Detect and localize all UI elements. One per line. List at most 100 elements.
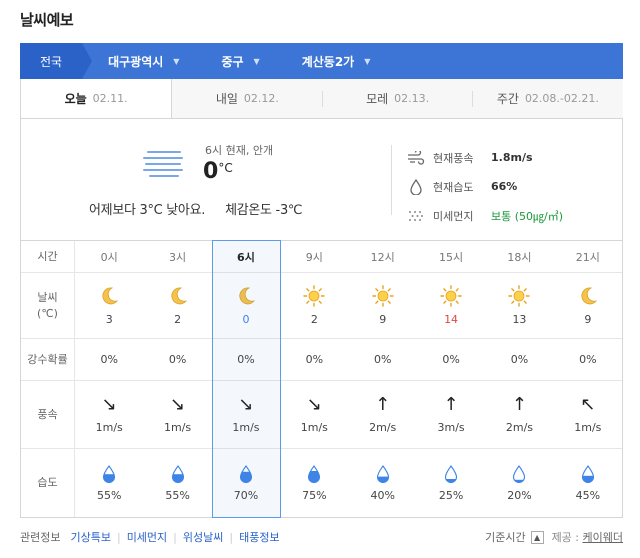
tab-date-label: 02.13. [394,92,430,105]
location-breadcrumb: 전국 대구광역시 ▼ 중구 ▼ 계산동2가 ▼ [20,43,623,79]
location-dong-dropdown[interactable]: 계산동2가 ▼ [276,43,397,79]
temperature-value: 9 [584,313,592,326]
wind-speed-value: 1m/s [95,421,123,434]
hour-label: 21시 [575,250,600,264]
temperature-value: 0 [242,313,250,326]
temp-unit: °C [218,161,233,175]
row-label: 강수확률 [21,339,75,380]
wind-cell: ↘ 1m/s [143,381,211,448]
current-weather-panel: 6시 현재, 안개 0°C 어제보다 3°C 낮아요. 체감온도 -3℃ 현재풍속… [20,119,623,240]
weather-cell: 2 [143,273,211,338]
precip-value: 0% [237,353,255,366]
row-humidity: 습도 55% 55% 70% 75% 40% 25% 20% 45% [21,449,622,517]
wind-cell: ↘ 1m/s [280,381,348,448]
wind-direction-arrow-icon: ↘ [170,394,186,415]
wind-speed-value: 1m/s [232,421,260,434]
current-time-condition: 6시 현재, 안개 [205,144,274,157]
humidity-cell: 25% [417,449,485,517]
humidity-droplet-icon [512,464,526,483]
provider-link[interactable]: 케이웨더 [583,531,623,544]
droplet-icon [407,178,425,195]
divider: | [229,530,234,544]
feels-like-text: 체감온도 -3℃ [225,203,303,218]
base-time-toggle-button[interactable]: ▲ [530,530,544,544]
location-label: 계산동2가 [301,54,355,69]
humidity-cell: 40% [349,449,417,517]
humidity-droplet-icon [307,464,321,483]
precip-value: 0% [442,353,460,366]
humidity-droplet-icon [239,464,253,483]
humidity-value: 25% [438,488,464,502]
footer: 관련정보 기상특보 | 미세먼지 | 위성날씨 | 태풍정보 기준시간 ▲ 제공… [20,528,623,546]
current-temperature: 0°C [203,159,233,184]
day-tabs: 오늘 02.11. 내일 02.12. 모레 02.13. 주간 02.08.-… [20,79,623,119]
temperature-value: 2 [310,313,318,326]
wind-speed-value: 2m/s [505,421,534,434]
wind-direction-arrow-icon: ↑ [511,394,527,415]
moon-icon [98,285,120,307]
stat-label: 현재습도 [433,180,474,194]
provider-label: 제공 : [551,531,580,544]
precip-cell: 0% [485,339,553,380]
current-stats: 현재풍속 1.8m/s 현재습도 66% 미세먼지 보통 (50㎍/㎥) [407,143,563,230]
wind-cell: ↘ 1m/s [75,381,143,448]
stat-label: 현재풍속 [433,151,474,165]
humidity-value: 40% [370,488,395,502]
tab-today[interactable]: 오늘 02.11. [20,79,173,118]
humidity-cell: 55% [75,449,143,517]
location-district-dropdown[interactable]: 중구 ▼ [195,43,286,79]
precip-value: 0% [168,353,187,366]
humidity-value: 55% [96,488,122,502]
base-time-label: 기준시간 [485,531,526,544]
tab-date-label: 02.12. [243,92,279,105]
stat-label: 미세먼지 [433,209,474,223]
wind-cell: ↘ 1m/s [212,381,280,448]
sun-icon [371,285,394,307]
row-label: 풍속 [21,381,75,448]
link-weather-warning[interactable]: 기상특보 [70,529,110,545]
hour-label: 6시 [237,250,255,264]
wind-speed-value: 1m/s [163,421,192,434]
link-typhoon[interactable]: 태풍정보 [239,529,279,545]
humidity-droplet-icon [444,464,458,483]
location-city-dropdown[interactable]: 대구광역시 ▼ [82,43,206,79]
hour-label: 0시 [100,250,118,264]
row-label: 날씨 (℃) [21,273,75,338]
precip-value: 0% [305,353,324,366]
stat-value: 1.8m/s [491,151,533,164]
location-nationwide[interactable]: 전국 [20,43,93,79]
precip-value: 0% [100,353,118,366]
breadcrumb-separator [275,43,286,79]
caret-down-icon: ▼ [253,56,260,66]
precip-value: 0% [579,353,597,366]
location-label: 전국 [40,54,63,69]
link-satellite[interactable]: 위성날씨 [183,529,223,545]
temperature-value: 9 [379,313,387,326]
sun-icon [508,285,531,307]
tab-weekly[interactable]: 주간 02.08.-02.21. [473,79,623,118]
humidity-value: 70% [233,488,259,502]
stat-value: 66% [491,180,518,193]
tab-day-after[interactable]: 모레 02.13. [323,79,473,118]
fog-icon [143,151,185,181]
row-precip: 강수확률 0% 0% 0% 0% 0% 0% 0% 0% [21,339,622,381]
humidity-value: 45% [575,488,601,502]
sun-icon [303,285,326,307]
dust-icon [407,208,425,224]
link-fine-dust[interactable]: 미세먼지 [127,529,167,545]
hour-label: 12시 [370,250,395,264]
wind-direction-arrow-icon: ↘ [306,394,322,415]
humidity-cell: 75% [280,449,348,517]
wind-cell: ↑ 2m/s [485,381,553,448]
humidity-droplet-icon [376,464,390,483]
humidity-value: 55% [165,488,190,502]
wind-cell: ↖ 1m/s [554,381,622,448]
precip-cell: 0% [143,339,211,380]
wind-direction-arrow-icon: ↑ [375,394,391,415]
temperature-value: 13 [512,313,527,326]
tab-tomorrow[interactable]: 내일 02.12. [172,79,323,118]
temperature-comparison: 어제보다 3°C 낮아요. 체감온도 -3℃ [89,199,303,218]
wind-cell: ↑ 3m/s [417,381,485,448]
temperature-value: 14 [444,313,459,326]
row-label: 습도 [21,449,75,517]
